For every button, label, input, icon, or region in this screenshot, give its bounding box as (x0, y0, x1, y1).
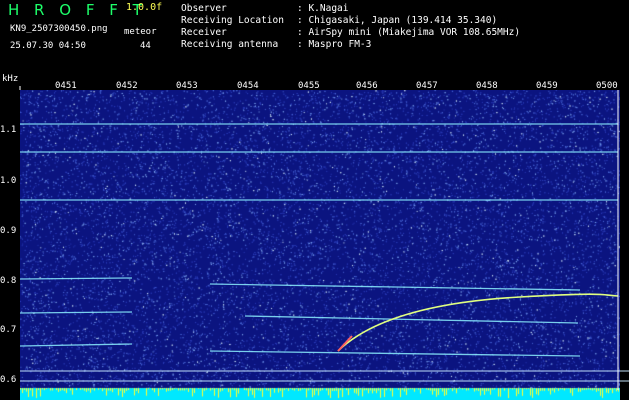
meteor-count-label: meteor (124, 27, 157, 37)
freq-tick-1.1: 1.1 (0, 125, 17, 135)
capture-datetime: 25.07.30 04:50 (10, 41, 86, 51)
frequency-unit-label: kHz (2, 74, 19, 84)
receiver-label: Receiver (181, 27, 227, 38)
observer-value: : K.Nagai (297, 3, 349, 14)
antenna-value: : Maspro FM-3 (297, 39, 372, 50)
file-name: KN9_2507300450.png (10, 24, 108, 34)
observer-label: Observer (181, 3, 227, 14)
freq-tick-1.0: 1.0 (0, 176, 17, 186)
freq-tick-0.6: 0.6 (0, 375, 17, 385)
spectrogram-plot (20, 90, 620, 400)
meteor-count-value: 44 (140, 41, 151, 51)
freq-tick-0.9: 0.9 (0, 226, 17, 236)
app-version: 1.0.0f (126, 2, 163, 13)
header-panel: H R O F F T 1.0.0f KN9_2507300450.png me… (0, 0, 629, 84)
antenna-label: Receiving antenna (181, 39, 279, 50)
location-label: Receiving Location (181, 15, 284, 26)
freq-tick-0.8: 0.8 (0, 276, 17, 286)
receiver-value: : AirSpy mini (Miakejima VOR 108.65MHz) (297, 27, 521, 38)
location-value: : Chigasaki, Japan (139.414 35.340) (297, 15, 498, 26)
freq-tick-0.7: 0.7 (0, 325, 17, 335)
